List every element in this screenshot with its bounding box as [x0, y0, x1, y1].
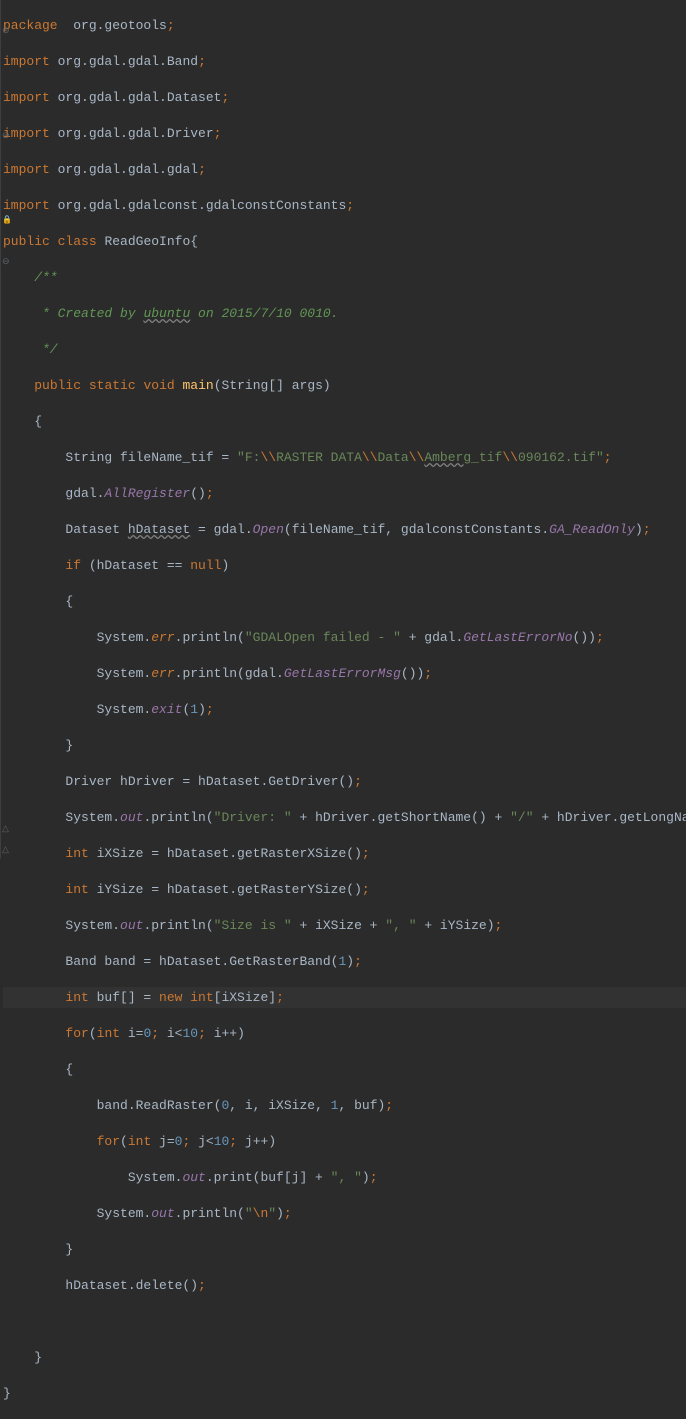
lock-icon: 🔒: [2, 210, 12, 231]
code-line: package org.geotools;: [3, 15, 686, 36]
code-editor[interactable]: package org.geotools; import org.gdal.gd…: [1, 0, 686, 859]
fold-icon[interactable]: ⊖: [2, 21, 10, 42]
end-fold-icon[interactable]: △: [2, 840, 9, 861]
editor-gutter: ⊖ ⊖ 🔒 ⊖ △ △: [0, 0, 1, 859]
fold-icon[interactable]: ⊖: [2, 126, 10, 147]
end-fold-icon[interactable]: △: [2, 819, 9, 840]
fold-icon[interactable]: ⊖: [2, 252, 10, 273]
